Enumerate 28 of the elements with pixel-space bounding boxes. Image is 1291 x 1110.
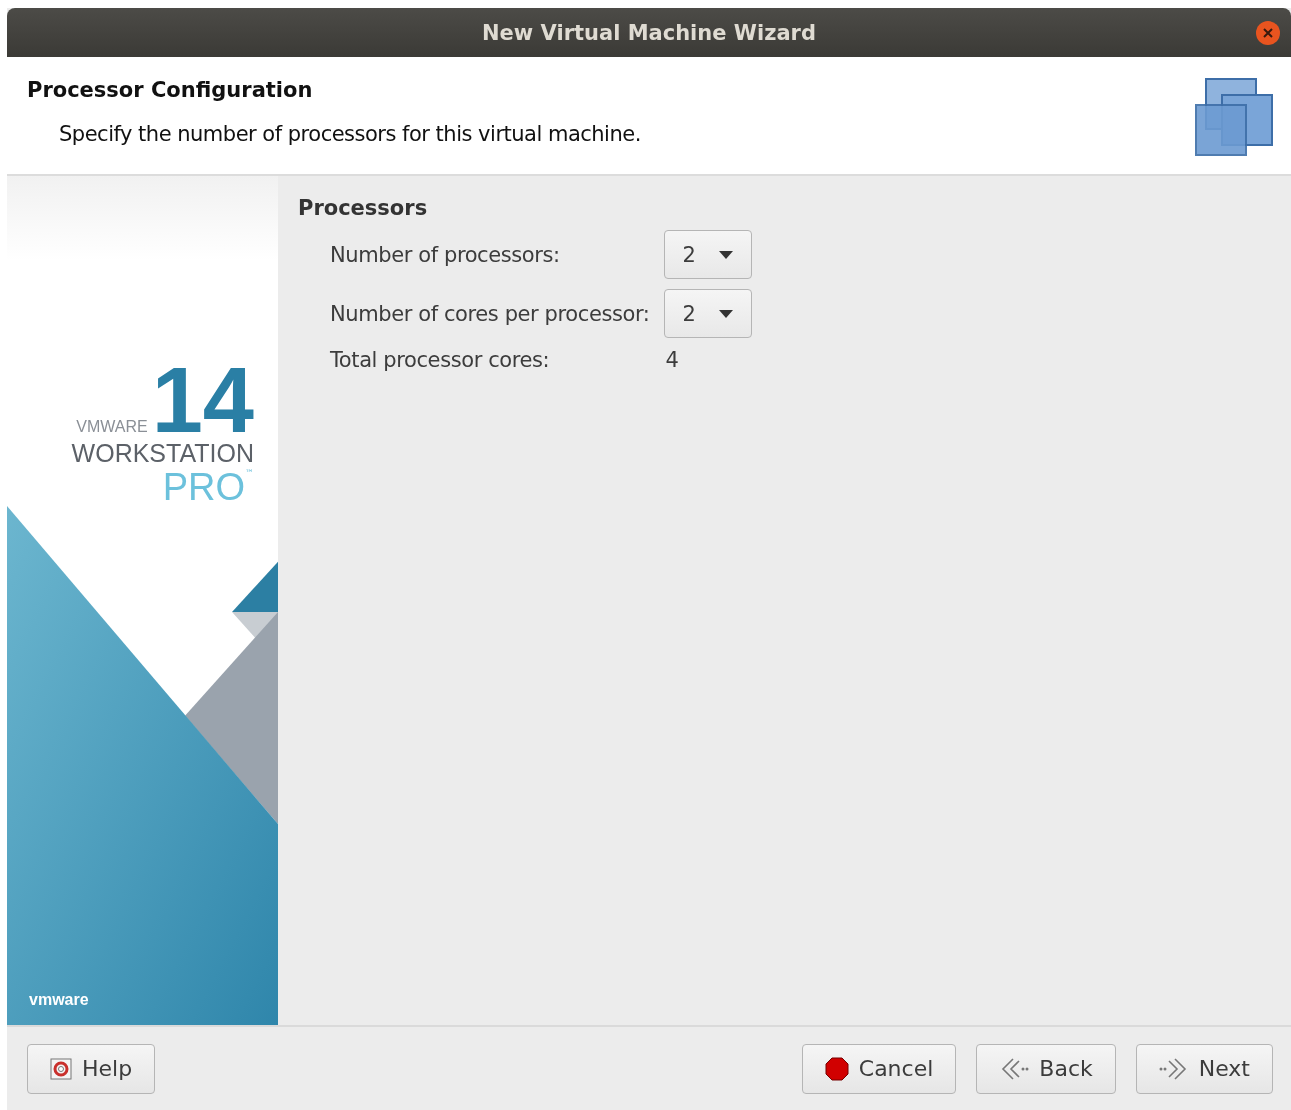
next-button[interactable]: Next [1135, 1043, 1273, 1094]
back-button[interactable]: Back [976, 1043, 1116, 1094]
product-name: WORKSTATION [71, 438, 254, 468]
cancel-button[interactable]: Cancel [801, 1043, 957, 1094]
page-subtitle: Specify the number of processors for this virtual machine. [59, 122, 641, 146]
total-value: 4 [664, 348, 679, 372]
stacked-windows-icon [1194, 77, 1274, 157]
page-title: Processor Configuration [27, 78, 314, 102]
caret-icon [718, 250, 733, 259]
field-label: Number of cores per processor: [330, 301, 650, 326]
trademark-sign: ™ [245, 468, 254, 478]
stop-icon [824, 1056, 849, 1081]
version-number: 14 [151, 362, 254, 438]
field-label: Number of processors: [330, 242, 561, 267]
edition-name: PRO [162, 468, 245, 506]
caret-icon [718, 309, 733, 318]
help-button[interactable]: Help [27, 1043, 156, 1094]
vendor-logo: vmware [29, 991, 89, 1009]
next-arrow-icon [1158, 1056, 1189, 1081]
back-arrow-icon [999, 1056, 1030, 1081]
window-title: New Virtual Machine Wizard [482, 20, 816, 45]
close-icon[interactable] [1255, 20, 1281, 46]
field-label: Total processor cores: [330, 348, 551, 372]
number-dropdown[interactable]: 2 [663, 230, 752, 279]
number-dropdown[interactable]: 2 [663, 289, 752, 338]
lifebuoy-icon [50, 1057, 72, 1080]
vendor-text: VMWARE [76, 418, 148, 436]
section-title: Processors [298, 196, 429, 220]
